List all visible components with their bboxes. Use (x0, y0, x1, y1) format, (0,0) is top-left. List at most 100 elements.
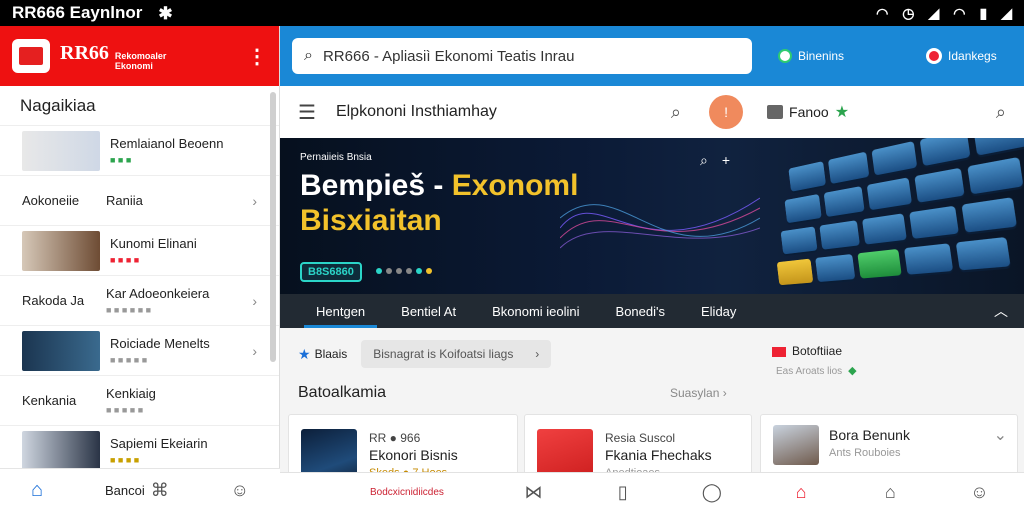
card-meta: RR ● 966 (369, 431, 421, 445)
search-icon[interactable]: ⌕ (671, 102, 681, 123)
chat-icon[interactable]: ◯ (667, 482, 756, 503)
thumbnail-image (22, 230, 100, 271)
profile-icon[interactable]: ☺ (231, 480, 249, 501)
filter-favorites[interactable]: ★ Blaais (298, 346, 347, 363)
drawer-scrollbar[interactable] (270, 92, 276, 362)
item-title: Kenkiaig (106, 386, 156, 401)
banner-headline-part2: Exonoml (451, 169, 579, 202)
thumbnail-image (22, 330, 100, 371)
chevron-up-icon[interactable]: ︿ (994, 301, 1008, 321)
chip-two[interactable]: Idankegs (926, 48, 997, 64)
carousel-dots[interactable] (376, 268, 432, 274)
drawer-bottom-nav: ⌂ Bancoi ⌘ ☺ (0, 468, 280, 512)
item-title: Remlaianol Beoenn (110, 136, 224, 151)
brand-tagline-1: Rekomoaler (114, 50, 167, 61)
banner-kicker: Pernaiieis Bnsia (300, 152, 372, 163)
favorites-button[interactable]: Fanoo ★ (767, 102, 849, 122)
tab-4[interactable]: Bonedi's (598, 294, 683, 328)
page-title: Elpkononi Insthiamhay (335, 103, 497, 120)
bottom-nav-item[interactable]: Bancoi ⌘ (105, 480, 169, 501)
brand-tagline-2: Ekonomi (114, 60, 153, 71)
list-item[interactable]: Rakoda Ja Kar Adoeonkeiera ■ ■ ■ ■ ■ ■ › (0, 276, 279, 326)
banner-subheadline: Bisxiaitan (300, 204, 442, 237)
search-icon-2[interactable]: ⌕ (996, 102, 1006, 123)
overflow-menu-icon[interactable]: ⋮ (247, 44, 267, 69)
item-meta: ■ ■ ■ (110, 155, 132, 165)
chevron-right-icon: › (252, 342, 257, 359)
notification-title: Botoftiiae (792, 344, 843, 358)
tab-3[interactable]: Bkonomi ieolini (474, 294, 597, 328)
wifi-icon-2: ◠ (953, 5, 966, 21)
bookmark-icon[interactable]: ▯ (578, 482, 667, 503)
status-title: RR666 Eaynlnor (12, 3, 143, 22)
tab-2[interactable]: Bentiel At (383, 294, 474, 328)
card-subtitle: Ants Rouboies (829, 447, 901, 459)
thumbnail-image (22, 430, 100, 471)
see-more-label: Suasylan (670, 386, 720, 400)
category-tabs: Hentgen Bentiel At Bkonomi ieolini Boned… (280, 294, 1024, 328)
zoom-icon[interactable]: ⌕ (700, 152, 708, 169)
tab-1[interactable]: Hentgen (298, 294, 383, 328)
banner-code-pill[interactable]: B8S6860 (300, 262, 362, 282)
thumbnail-image (22, 130, 100, 171)
see-more-link[interactable]: Suasylan › (670, 386, 727, 400)
filter-dropdown[interactable]: Bisnagrat is Koifoatsi liags › (361, 340, 552, 368)
drawer-header: RR66 Rekomoaler Ekonomi ⋮ (0, 26, 279, 86)
item-category: Rakoda Ja (22, 293, 85, 308)
home-icon[interactable]: ⌂ (756, 482, 845, 503)
chip-label: Idankegs (948, 49, 997, 63)
card-meta: Resia Suscol (605, 431, 676, 445)
star-icon: ★ (298, 345, 311, 362)
list-item[interactable]: Aokoneiie Raniia › (0, 176, 279, 226)
wifi-icon: ◠ (876, 5, 889, 21)
filter-dropdown-label: Bisnagrat is Koifoatsi liags (373, 347, 514, 361)
item-title: Raniia (106, 193, 143, 208)
hero-banner[interactable]: Pernaiieis Bnsia Bempieš - Exonoml Bisxi… (280, 138, 1024, 294)
list-item[interactable]: Kenkania Kenkiaig ■ ■ ■ ■ ■ (0, 376, 279, 426)
item-meta: ■ ■ ■ ■ ■ (110, 355, 148, 365)
drawer-section-title: Nagaikiaa (0, 86, 279, 126)
action-button[interactable]: ! (709, 95, 744, 129)
top-app-bar: ⌕ RR666 - Apliasiì Ekonomi Teatis Inrau … (280, 26, 1024, 86)
keyboard-image (758, 138, 1024, 294)
book-icon: ⌘ (150, 480, 169, 500)
item-title: Kar Adoeonkeiera (106, 286, 210, 301)
tab-5[interactable]: Eliday (683, 294, 754, 328)
card-footer-meta: Bodcxicnidiicdes (370, 487, 444, 498)
signal-icon-2: ◢ (1001, 5, 1012, 21)
item-title: Sapiemi Ekeiarin (110, 436, 208, 451)
hamburger-menu-icon[interactable]: ☰ (298, 100, 316, 125)
list-item[interactable]: Remlaianol Beoenn ■ ■ ■ (0, 126, 279, 176)
bluetooth-icon: ✱ (158, 3, 173, 23)
item-title: Roiciade Menelts (110, 336, 210, 351)
profile-icon[interactable]: ☺ (935, 482, 1024, 503)
card-thumbnail (773, 425, 819, 465)
status-icon (778, 49, 792, 63)
flag-icon (772, 346, 786, 357)
list-item[interactable]: Roiciade Menelts ■ ■ ■ ■ ■ › (0, 326, 279, 376)
search-icon: ⌕ (304, 47, 313, 64)
bowtie-icon[interactable]: ⋈ (489, 482, 578, 503)
list-item[interactable]: Kunomi Elinani ■ ■ ■ ■ (0, 226, 279, 276)
search-input[interactable]: ⌕ RR666 - Apliasiì Ekonomi Teatis Inrau (292, 38, 752, 74)
chip-label: Binenins (798, 49, 845, 63)
chevron-right-icon: › (535, 347, 540, 361)
notification-item[interactable]: Botoftiiae Eas Aroats lios ◆ (772, 344, 857, 377)
card-title: Fkania Fhechaks (605, 447, 712, 463)
bottom-navigation: Bodcxicnidiicdes ⋈ ▯ ◯ ⌂ ⌂ ☺ (280, 472, 1024, 512)
chevron-right-icon: › (252, 192, 257, 209)
app-logo (12, 39, 50, 73)
chevron-down-icon[interactable]: ⌄ (994, 425, 1007, 445)
notification-meta: Eas Aroats lios (776, 366, 843, 377)
banner-headline-part1: Bempieš - (300, 169, 452, 202)
item-meta: ■ ■ ■ ■ (110, 455, 140, 465)
home-icon[interactable]: ⌂ (31, 479, 43, 502)
banner-headline: Bempieš - Exonoml (300, 170, 578, 202)
item-category: Kenkania (22, 393, 77, 408)
plus-icon[interactable]: + (722, 152, 730, 169)
chip-one[interactable]: Binenins (778, 49, 844, 63)
home-outline-icon[interactable]: ⌂ (846, 482, 935, 503)
battery-icon: ▮ (979, 5, 988, 21)
status-bar: RR666 Eaynlnor ✱ ◠ ◷ ◢ ◠ ▮ ◢ (0, 0, 1024, 26)
search-placeholder: RR666 - Apliasiì Ekonomi Teatis Inrau (322, 47, 575, 65)
